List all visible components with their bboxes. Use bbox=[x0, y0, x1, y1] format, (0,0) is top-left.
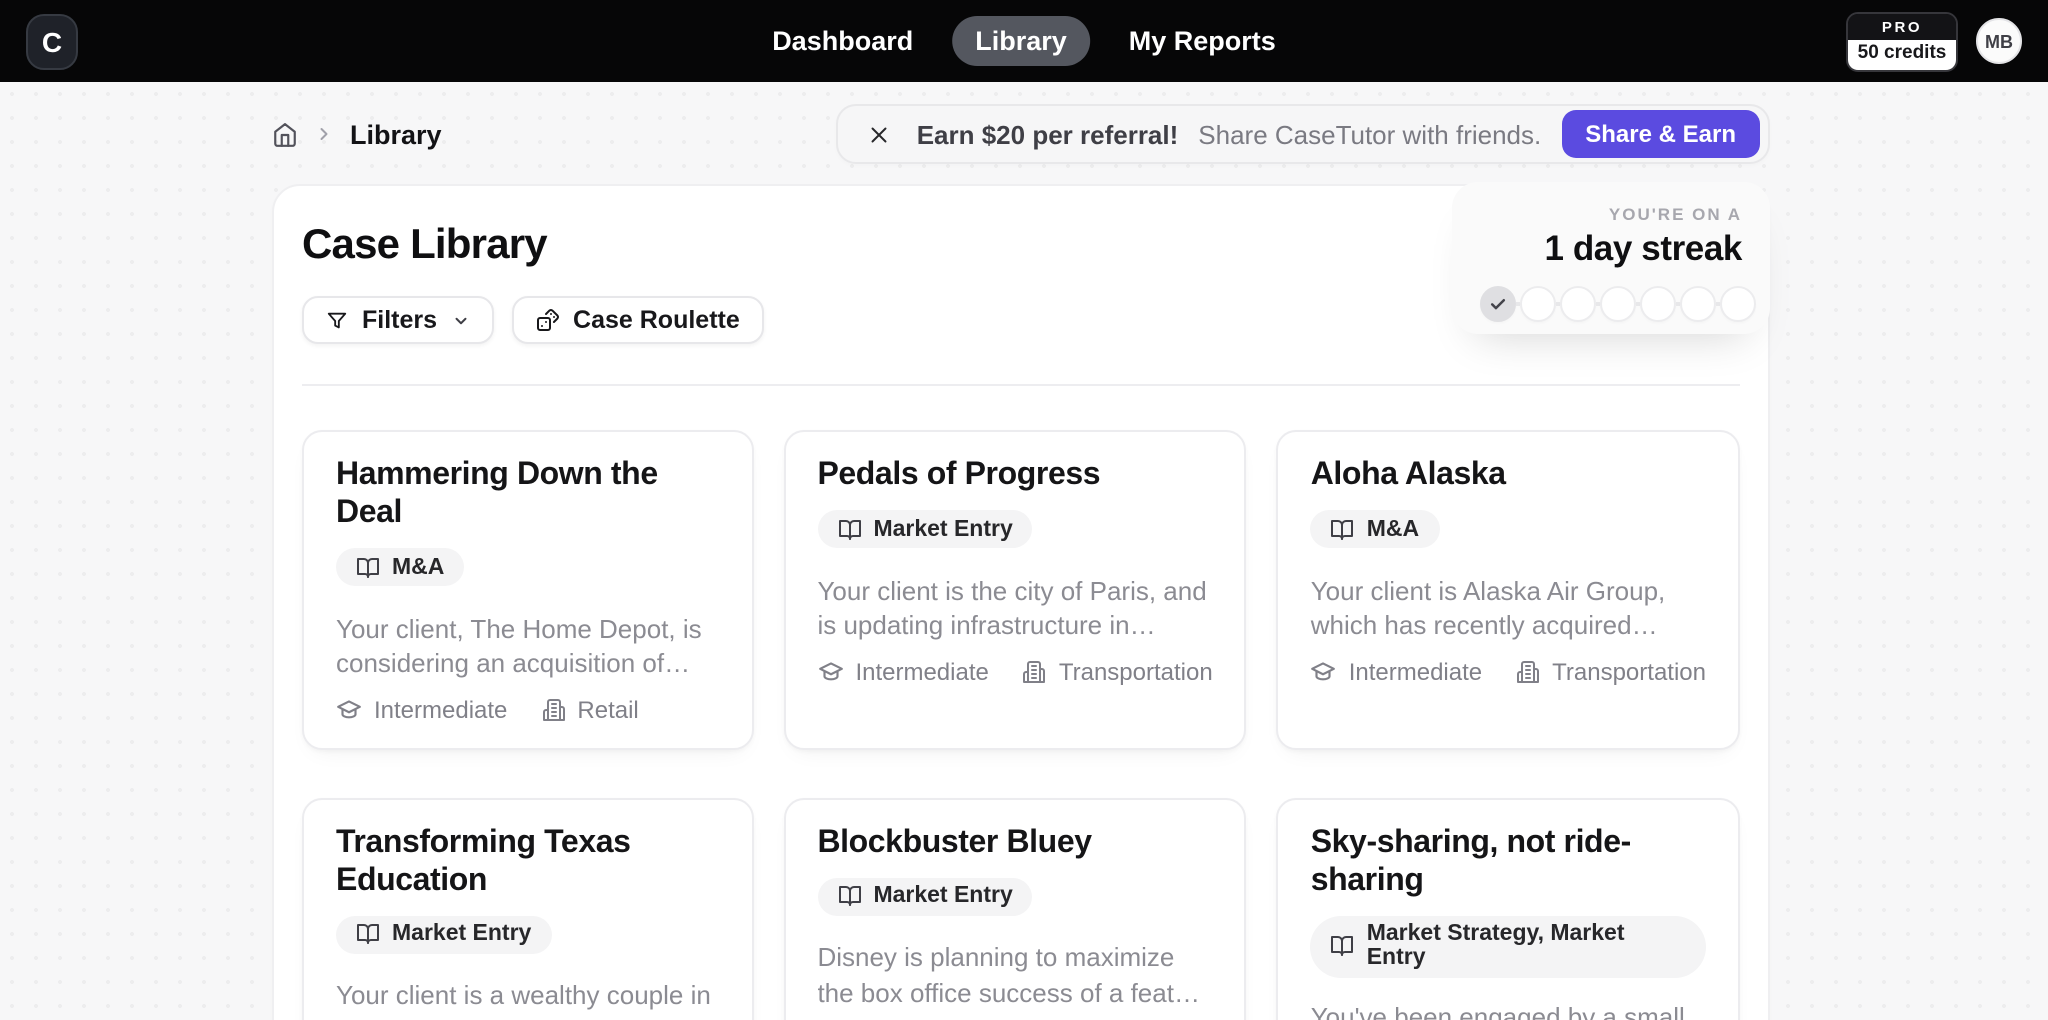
streak-day-circle bbox=[1560, 286, 1596, 322]
case-industry: Transportation bbox=[1023, 657, 1213, 685]
avatar-initials: MB bbox=[1985, 31, 2013, 51]
graduation-cap-icon bbox=[817, 658, 843, 684]
breadcrumb: Library bbox=[272, 119, 442, 149]
streak-day-circle bbox=[1720, 286, 1756, 322]
top-nav: C Dashboard Library My Reports PRO 50 cr… bbox=[0, 0, 2048, 82]
case-type-tag: Market Entry bbox=[336, 915, 551, 953]
primary-nav: Dashboard Library My Reports bbox=[748, 16, 1300, 66]
nav-item-dashboard[interactable]: Dashboard bbox=[748, 16, 937, 66]
avatar[interactable]: MB bbox=[1976, 18, 2022, 64]
building-icon bbox=[1516, 659, 1540, 683]
share-earn-button[interactable]: Share & Earn bbox=[1561, 110, 1760, 158]
case-type-tag-label: Market Strategy, Market Entry bbox=[1367, 922, 1686, 970]
streak-day-circle bbox=[1680, 286, 1716, 322]
case-card[interactable]: Aloha Alaska M&A Your client is Alaska A… bbox=[1277, 430, 1740, 749]
credits-label: 50 credits bbox=[1848, 39, 1956, 69]
case-roulette-button-label: Case Roulette bbox=[573, 306, 740, 334]
case-type-tag: M&A bbox=[336, 548, 464, 586]
plan-credits-badge[interactable]: PRO 50 credits bbox=[1846, 11, 1958, 71]
chevron-down-icon bbox=[451, 311, 469, 329]
filters-button[interactable]: Filters bbox=[302, 296, 493, 344]
divider bbox=[302, 384, 1740, 386]
case-type-tag: Market Strategy, Market Entry bbox=[1311, 915, 1706, 977]
plan-label: PRO bbox=[1848, 13, 1956, 39]
book-open-icon bbox=[837, 884, 861, 908]
case-card[interactable]: Pedals of Progress Market Entry Your cli… bbox=[783, 430, 1246, 749]
streak-day-circle bbox=[1520, 286, 1556, 322]
nav-item-my-reports[interactable]: My Reports bbox=[1105, 16, 1300, 66]
building-icon bbox=[541, 697, 565, 721]
funnel-icon bbox=[326, 309, 348, 331]
streak-day-circle bbox=[1480, 286, 1516, 322]
book-open-icon bbox=[1331, 934, 1355, 958]
banner-message: Share CaseTutor with friends. bbox=[1198, 119, 1541, 149]
case-card[interactable]: Hammering Down the Deal M&A Your client,… bbox=[302, 430, 753, 749]
case-description: Your client, The Home Depot, is consider… bbox=[336, 611, 719, 681]
check-icon bbox=[1488, 294, 1508, 314]
case-title: Aloha Alaska bbox=[1311, 456, 1706, 494]
case-card[interactable]: Blockbuster Bluey Market Entry Disney is… bbox=[783, 797, 1246, 1020]
case-type-tag-label: Market Entry bbox=[392, 922, 531, 946]
building-icon bbox=[1023, 659, 1047, 683]
book-open-icon bbox=[356, 922, 380, 946]
graduation-cap-icon bbox=[336, 696, 362, 722]
nav-right: PRO 50 credits MB bbox=[1846, 11, 2022, 71]
case-card[interactable]: Transforming Texas Education Market Entr… bbox=[302, 797, 753, 1020]
case-type-tag-label: Market Entry bbox=[873, 884, 1012, 908]
case-difficulty: Intermediate bbox=[336, 695, 507, 723]
case-type-tag: M&A bbox=[1311, 510, 1439, 548]
app: C Dashboard Library My Reports PRO 50 cr… bbox=[0, 0, 2048, 1020]
app-logo-letter: C bbox=[42, 25, 62, 57]
case-title: Blockbuster Bluey bbox=[817, 823, 1212, 861]
case-card[interactable]: Sky-sharing, not ride-sharing Market Str… bbox=[1277, 797, 1740, 1020]
page-body: Library Earn $20 per referral! Share Cas… bbox=[0, 82, 2048, 1020]
case-industry: Retail bbox=[541, 695, 638, 723]
streak-kicker: YOU'RE ON A bbox=[1480, 204, 1742, 224]
case-type-tag-label: Market Entry bbox=[873, 517, 1012, 541]
case-difficulty: Intermediate bbox=[817, 657, 988, 685]
case-description: You've been engaged by a small group wit… bbox=[1311, 999, 1706, 1020]
app-logo[interactable]: C bbox=[26, 13, 78, 69]
case-meta: Intermediate Transportation bbox=[817, 657, 1212, 685]
streak-title: 1 day streak bbox=[1480, 228, 1742, 270]
case-meta: Intermediate Retail bbox=[336, 695, 719, 723]
case-title: Transforming Texas Education bbox=[336, 823, 719, 899]
book-open-icon bbox=[356, 555, 380, 579]
close-icon[interactable] bbox=[863, 117, 897, 151]
streak-progress bbox=[1480, 286, 1742, 322]
case-title: Sky-sharing, not ride-sharing bbox=[1311, 823, 1706, 899]
case-description: Your client is the city of Paris, and is… bbox=[817, 573, 1212, 643]
breadcrumb-current: Library bbox=[350, 119, 442, 149]
top-row: Library Earn $20 per referral! Share Cas… bbox=[272, 104, 1770, 164]
graduation-cap-icon bbox=[1311, 658, 1337, 684]
streak-day-circle bbox=[1640, 286, 1676, 322]
nav-item-library[interactable]: Library bbox=[951, 16, 1091, 66]
case-meta: Intermediate Transportation bbox=[1311, 657, 1706, 685]
chevron-right-icon bbox=[314, 124, 334, 144]
referral-banner: Earn $20 per referral! Share CaseTutor w… bbox=[837, 104, 1770, 164]
case-type-tag-label: M&A bbox=[392, 555, 444, 579]
case-description: Your client is a wealthy couple in their… bbox=[336, 978, 719, 1020]
streak-widget: YOU'RE ON A 1 day streak bbox=[1452, 182, 1770, 334]
case-grid: Hammering Down the Deal M&A Your client,… bbox=[302, 430, 1740, 1020]
case-type-tag-label: M&A bbox=[1367, 517, 1419, 541]
case-title: Hammering Down the Deal bbox=[336, 456, 719, 532]
banner-highlight: Earn $20 per referral! bbox=[917, 119, 1179, 149]
case-type-tag: Market Entry bbox=[817, 877, 1032, 915]
book-open-icon bbox=[1331, 517, 1355, 541]
filters-button-label: Filters bbox=[362, 306, 437, 334]
case-description: Your client is Alaska Air Group, which h… bbox=[1311, 573, 1706, 643]
book-open-icon bbox=[837, 517, 861, 541]
case-title: Pedals of Progress bbox=[817, 456, 1212, 494]
case-industry: Transportation bbox=[1516, 657, 1706, 685]
case-description: Disney is planning to maximize the box o… bbox=[817, 940, 1212, 1010]
home-icon[interactable] bbox=[272, 121, 298, 147]
dice-icon bbox=[535, 308, 559, 332]
case-difficulty: Intermediate bbox=[1311, 657, 1482, 685]
case-type-tag: Market Entry bbox=[817, 510, 1032, 548]
case-roulette-button[interactable]: Case Roulette bbox=[511, 296, 764, 344]
streak-day-circle bbox=[1600, 286, 1636, 322]
